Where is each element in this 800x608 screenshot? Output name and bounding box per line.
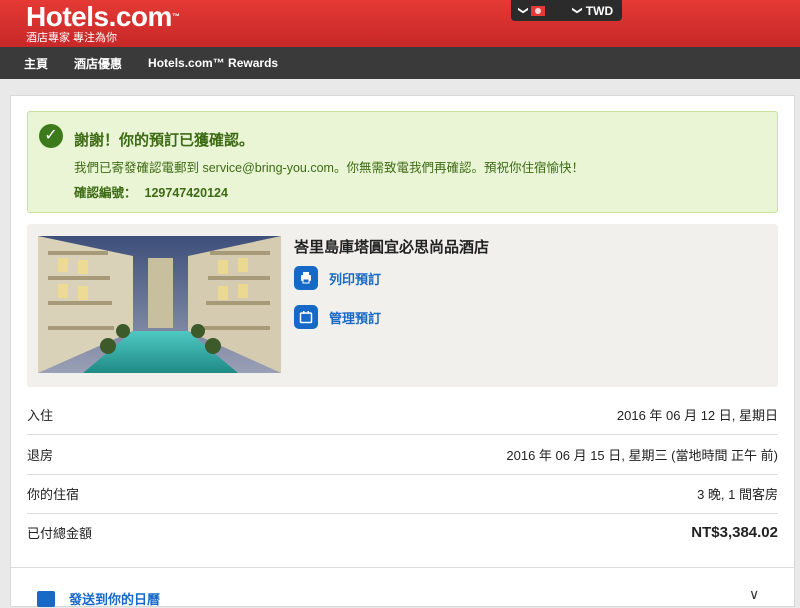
- hotel-photo-image: [38, 236, 281, 373]
- checkin-label: 入住: [27, 408, 54, 423]
- total-paid-row: 已付總金額 NT$3,384.02: [27, 513, 778, 552]
- confirmation-message: 我們已寄發確認電郵到 service@bring-you.com。你無需致電我們…: [74, 161, 584, 175]
- send-to-calendar-label: 發送到你的日曆: [69, 592, 161, 607]
- stay-row: 你的住宿 3 晚, 1 間客房: [27, 474, 778, 514]
- total-paid-value: NT$3,384.02: [691, 524, 778, 541]
- confirmation-card: ✓ 謝謝！你的預訂已獲確認。 我們已寄發確認電郵到 service@bring-…: [10, 95, 795, 607]
- print-booking-label: 列印預訂: [329, 271, 382, 287]
- nav-rewards[interactable]: Hotels.com™ Rewards: [148, 56, 278, 70]
- nav-deals[interactable]: 酒店優惠: [74, 55, 122, 72]
- checkout-value: 2016 年 06 月 15 日, 星期三 (當地時間 正午 前): [506, 448, 778, 463]
- send-to-calendar-link[interactable]: 發送到你的日曆: [37, 589, 160, 608]
- chevron-down-icon[interactable]: ∨: [749, 586, 759, 603]
- manage-booking-label: 管理預訂: [329, 310, 382, 326]
- confirmation-number-value: 129747420124: [144, 186, 228, 200]
- stay-value: 3 晚, 1 間客房: [697, 487, 778, 502]
- confirmation-number: 確認編號： 129747420124: [74, 182, 228, 201]
- manage-booking-link[interactable]: 管理預訂: [294, 305, 381, 329]
- chevron-down-icon: ❯: [572, 6, 584, 15]
- main-nav: 主頁 酒店優惠 Hotels.com™ Rewards: [0, 47, 800, 79]
- confirmation-title: 謝謝！你的預訂已獲確認。: [74, 132, 255, 149]
- hotel-photo: [38, 236, 281, 373]
- logo-tm: ™: [171, 12, 180, 21]
- print-booking-link[interactable]: 列印預訂: [294, 266, 381, 290]
- logo-tagline: 酒店專家 專注為你: [26, 32, 118, 44]
- checkin-row: 入住 2016 年 06 月 12 日, 星期日: [27, 395, 778, 435]
- locale-selector[interactable]: ❯ ❯ TWD: [511, 0, 622, 21]
- stay-label: 你的住宿: [27, 487, 80, 502]
- checkout-row: 退房 2016 年 06 月 15 日, 星期三 (當地時間 正午 前): [27, 435, 778, 475]
- checkout-label: 退房: [27, 448, 54, 463]
- printer-icon: [294, 266, 318, 290]
- hong-kong-flag-icon[interactable]: [531, 5, 546, 16]
- calendar-icon: [294, 305, 318, 329]
- chevron-down-icon: ❯: [517, 6, 529, 15]
- section-divider: [11, 567, 794, 568]
- top-header: Hotels.com™ 酒店專家 專注為你 ❯ ❯ TWD: [0, 0, 800, 47]
- check-icon: ✓: [39, 124, 63, 148]
- calendar-icon: [37, 590, 55, 607]
- logo-text: Hotels.com: [26, 1, 172, 32]
- nav-home[interactable]: 主頁: [24, 55, 48, 72]
- hotel-name: 峇里島庫塔圓宜必思尚品酒店: [294, 239, 490, 256]
- checkin-value: 2016 年 06 月 12 日, 星期日: [616, 408, 778, 423]
- total-paid-label: 已付總金額: [27, 526, 93, 541]
- confirmation-banner: ✓ 謝謝！你的預訂已獲確認。 我們已寄發確認電郵到 service@bring-…: [27, 111, 778, 213]
- confirmation-number-label: 確認編號：: [74, 186, 137, 200]
- hotels-logo[interactable]: Hotels.com™ 酒店專家 專注為你: [26, 1, 180, 45]
- currency-label[interactable]: TWD: [586, 4, 613, 18]
- hotel-summary: 峇里島庫塔圓宜必思尚品酒店 列印預訂 管理預訂: [27, 224, 778, 387]
